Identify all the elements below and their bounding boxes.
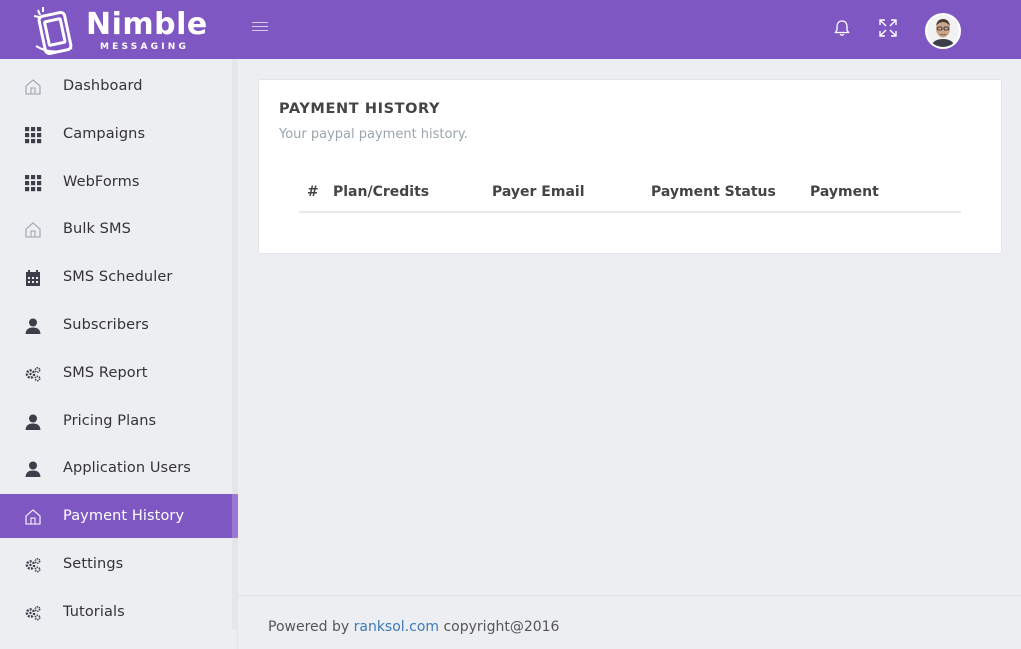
sidebar-item-label: Application Users	[63, 460, 191, 477]
home-icon	[24, 508, 42, 526]
brand-name: Nimble	[86, 7, 208, 42]
footer-suffix: copyright@2016	[443, 619, 560, 635]
bell-icon[interactable]	[832, 18, 852, 38]
user-icon	[24, 460, 42, 478]
sidebar-item-label: Dashboard	[63, 78, 143, 94]
sidebar-item-pricing-plans[interactable]: Pricing Plans	[0, 399, 232, 443]
sidebar-scrollbar[interactable]	[232, 59, 238, 629]
sidebar-item-sms-scheduler[interactable]: SMS Scheduler	[0, 255, 232, 299]
sidebar-item-label: Subscribers	[63, 317, 149, 333]
active-indicator	[232, 494, 238, 539]
grid-icon	[24, 174, 42, 192]
user-icon	[24, 317, 42, 335]
gears-icon	[24, 556, 42, 574]
sidebar-item-subscribers[interactable]: Subscribers	[0, 303, 232, 347]
user-avatar[interactable]	[925, 13, 961, 49]
sidebar-item-campaigns[interactable]: Campaigns	[0, 112, 232, 156]
avatar-image	[927, 15, 959, 47]
payment-history-card: PAYMENT HISTORY Your paypal payment hist…	[258, 79, 1002, 254]
grid-icon	[24, 126, 42, 144]
sidebar-item-label: WebForms	[63, 173, 140, 190]
column-header-payer-email: Payer Email	[492, 184, 585, 200]
sidebar-item-application-users[interactable]: Application Users	[0, 446, 232, 490]
brand-subtitle: MESSAGING	[100, 42, 190, 52]
page-title: PAYMENT HISTORY	[279, 101, 441, 117]
calendar-icon	[24, 269, 42, 287]
footer-prefix: Powered by	[268, 619, 350, 635]
sidebar: Dashboard Campaigns WebForms Bulk SMS SMS Sc…	[0, 59, 238, 649]
sidebar-item-label: SMS Report	[63, 364, 148, 381]
column-header-number: #	[307, 184, 319, 200]
sidebar-item-label: Payment History	[63, 508, 185, 525]
sidebar-item-label: Pricing Plans	[63, 412, 157, 429]
sidebar-item-bulk-sms[interactable]: Bulk SMS	[0, 207, 232, 251]
column-header-plan-credits: Plan/Credits	[333, 184, 430, 200]
sidebar-item-tutorials[interactable]: Tutorials	[0, 590, 232, 634]
sidebar-item-sms-report[interactable]: SMS Report	[0, 351, 232, 395]
table-header: # Plan/Credits Payer Email Payment Statu…	[299, 178, 961, 213]
footer: Powered by ranksol.com copyright@2016	[238, 595, 1021, 649]
sidebar-item-label: Settings	[63, 556, 124, 572]
sidebar-item-settings[interactable]: Settings	[0, 542, 232, 586]
top-bar: Nimble MESSAGING	[0, 0, 1021, 59]
footer-text: Powered by ranksol.com copyright@2016	[268, 619, 559, 635]
sidebar-item-label: Campaigns	[63, 125, 146, 142]
footer-link[interactable]: ranksol.com	[354, 619, 439, 635]
phone-logo-icon	[33, 7, 73, 56]
home-icon	[24, 221, 42, 239]
sidebar-item-label: Bulk SMS	[63, 221, 131, 238]
sidebar-item-label: Tutorials	[63, 603, 125, 620]
gears-icon	[24, 604, 42, 622]
sidebar-item-webforms[interactable]: WebForms	[0, 160, 232, 204]
sidebar-item-payment-history[interactable]: Payment History	[0, 494, 238, 539]
menu-icon[interactable]	[252, 22, 268, 36]
gears-icon	[24, 365, 42, 383]
app-logo[interactable]: Nimble MESSAGING	[28, 4, 218, 56]
sidebar-item-dashboard[interactable]: Dashboard	[0, 64, 232, 108]
sidebar-item-label: SMS Scheduler	[63, 269, 173, 286]
user-icon	[24, 413, 42, 431]
column-header-payment: Payment	[810, 184, 879, 200]
page-subtitle: Your paypal payment history.	[279, 127, 468, 142]
home-icon	[24, 78, 42, 96]
column-header-payment-status: Payment Status	[651, 184, 776, 200]
fullscreen-icon[interactable]	[878, 18, 898, 38]
